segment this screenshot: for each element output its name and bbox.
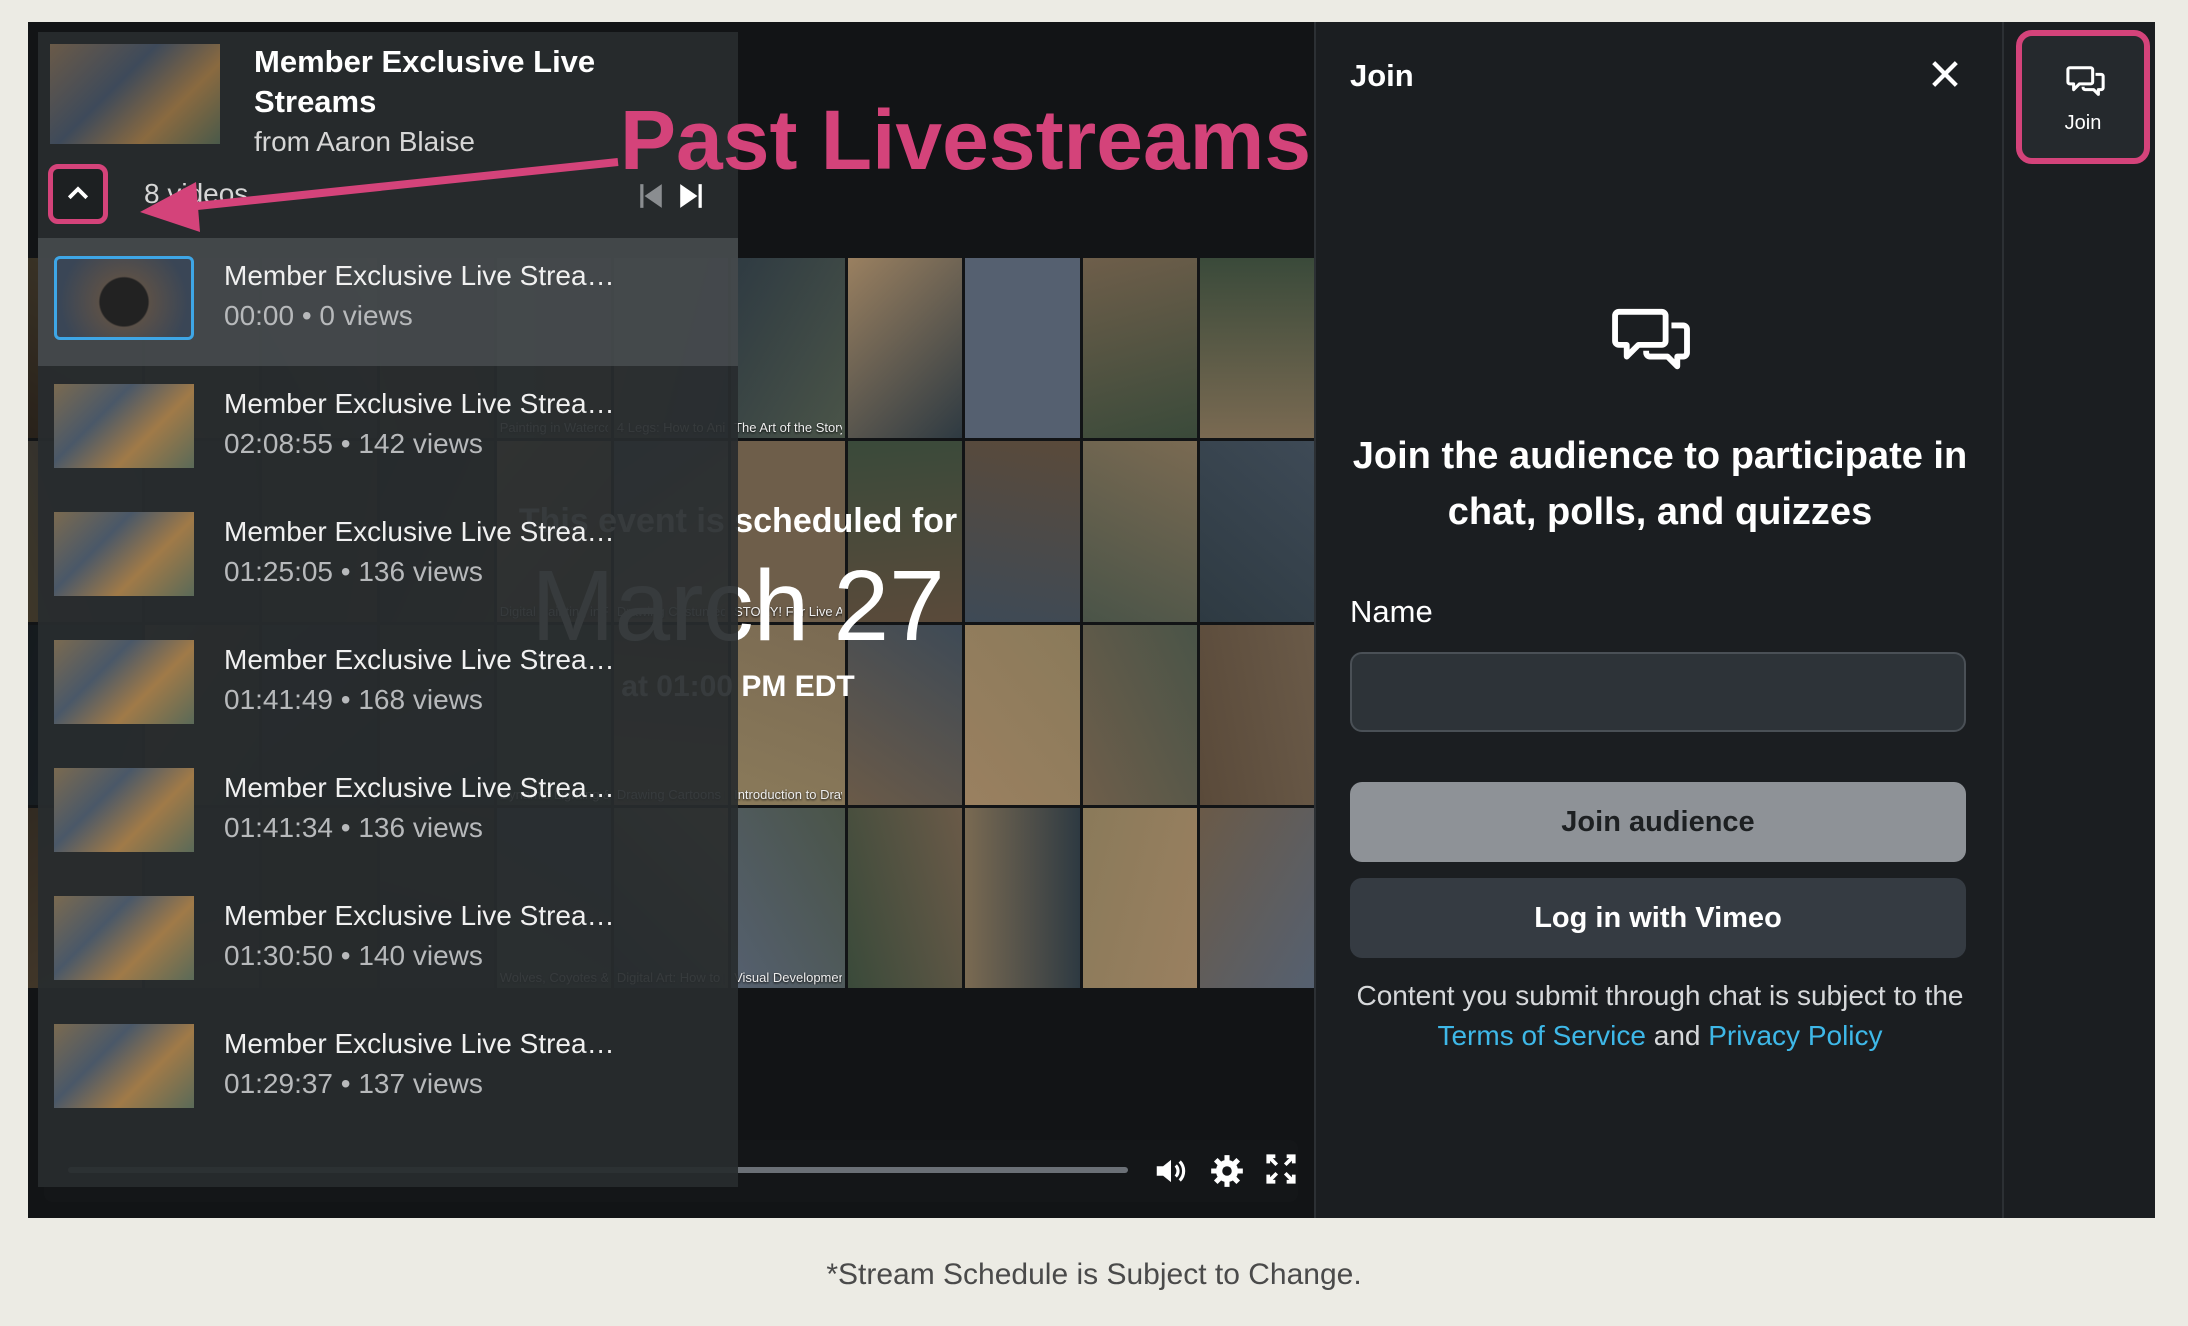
disclaimer-and: and [1653,1020,1701,1051]
rail-join-label: Join [2064,112,2102,134]
poster-tile: The Art of the Story [731,258,846,439]
chat-disclaimer: Content you submit through chat is subje… [1330,976,1990,1056]
video-title: Member Exclusive Live Strea… [224,388,615,419]
name-label: Name [1350,594,1433,629]
playlist-count: 8 videos [144,178,249,209]
poster-tile [1199,807,1314,988]
playlist-item[interactable]: Member Exclusive Live Strea… 01:41:34 • 1… [38,750,738,878]
privacy-link[interactable]: Privacy Policy [1708,1020,1882,1051]
chat-title: Join [1350,58,1414,93]
chat-bubbles-icon [2066,66,2105,96]
poster-tile [1199,441,1314,622]
chevron-up-icon [67,186,89,200]
side-rail: Join [2002,22,2155,1218]
video-title: Member Exclusive Live Strea… [224,1028,615,1059]
playlist-item[interactable]: Member Exclusive Live Strea… 01:29:37 • 1… [38,1006,738,1134]
video-title: Member Exclusive Live Strea… [224,644,615,675]
playlist-thumbnail [50,44,220,144]
video-meta: 02:08:55 • 142 views [224,428,483,459]
video-meta: 01:30:50 • 140 views [224,940,483,971]
poster-tile [965,807,1080,988]
video-thumbnail [54,1024,194,1108]
poster-tile [1082,807,1197,988]
chat-panel: Join Join the audience to participate in… [1314,22,2002,1218]
playlist-item[interactable]: Member Exclusive Live Strea… 02:08:55 • 1… [38,366,738,494]
join-audience-button[interactable]: Join audience [1350,782,1966,862]
chat-bubbles-icon [1612,308,1690,370]
playlist-byline[interactable]: from Aaron Blaise [254,126,475,158]
embed-frame: Painting in Watercolor4 Legs: How to Ani… [28,22,2155,1218]
video-thumbnail [54,384,194,468]
video-thumbnail [54,512,194,596]
poster-tile [848,258,963,439]
playlist-item[interactable]: Member Exclusive Live Strea… 01:30:50 • 1… [38,878,738,1006]
annotation-label: Past Livestreams [620,93,1312,187]
poster-tile: Visual Development [731,807,846,988]
gear-icon[interactable] [1208,1152,1246,1190]
playlist-title[interactable]: Member Exclusive Live Streams [254,42,674,122]
schedule-footnote: *Stream Schedule is Subject to Change. [826,1258,1362,1291]
close-icon[interactable] [1920,52,1970,102]
poster-tile [965,258,1080,439]
video-meta: 01:25:05 • 136 views [224,556,483,587]
video-thumbnail [54,896,194,980]
poster-tile [1082,258,1197,439]
name-input[interactable] [1350,652,1966,732]
login-vimeo-button[interactable]: Log in with Vimeo [1350,878,1966,958]
terms-link[interactable]: Terms of Service [1437,1020,1646,1051]
playlist-item[interactable]: Member Exclusive Live Strea… 00:00 • 0 vi… [38,238,738,366]
video-meta: 01:41:34 • 136 views [224,812,483,843]
fullscreen-icon[interactable] [1262,1152,1300,1190]
playlist-list: Member Exclusive Live Strea… 00:00 • 0 vi… [38,238,738,1134]
poster-caption: Introduction to Drawing [734,786,842,802]
video-player[interactable]: Painting in Watercolor4 Legs: How to Ani… [28,22,1314,1218]
video-meta: 00:00 • 0 views [224,300,413,331]
speaker-icon[interactable] [1152,1152,1190,1190]
join-rail-button[interactable]: Join [2016,30,2150,164]
video-meta: 01:29:37 • 137 views [224,1068,483,1099]
video-title: Member Exclusive Live Strea… [224,516,615,547]
poster-tile [1199,258,1314,439]
poster-caption: Visual Development [734,970,843,985]
playlist-item[interactable]: Member Exclusive Live Strea… 01:25:05 • 1… [38,494,738,622]
video-thumbnail [54,256,194,340]
poster-tile [1199,624,1314,805]
playlist-panel: Member Exclusive Live Streams from Aaron… [38,32,738,1187]
video-thumbnail [54,768,194,852]
video-thumbnail [54,640,194,724]
poster-caption: The Art of the Story [734,420,843,436]
collapse-playlist-button[interactable] [48,164,108,224]
video-title: Member Exclusive Live Strea… [224,260,615,291]
poster-tile [1082,624,1197,805]
disclaimer-text: Content you submit through chat is subje… [1356,980,1964,1011]
poster-tile [1082,441,1197,622]
video-meta: 01:41:49 • 168 views [224,684,483,715]
poster-tile [848,807,963,988]
schedule-day: 27 [833,550,945,662]
video-title: Member Exclusive Live Strea… [224,900,615,931]
playlist-item[interactable]: Member Exclusive Live Strea… 01:41:49 • 1… [38,622,738,750]
chat-heading: Join the audience to participate in chat… [1352,435,1968,533]
video-title: Member Exclusive Live Strea… [224,772,615,803]
